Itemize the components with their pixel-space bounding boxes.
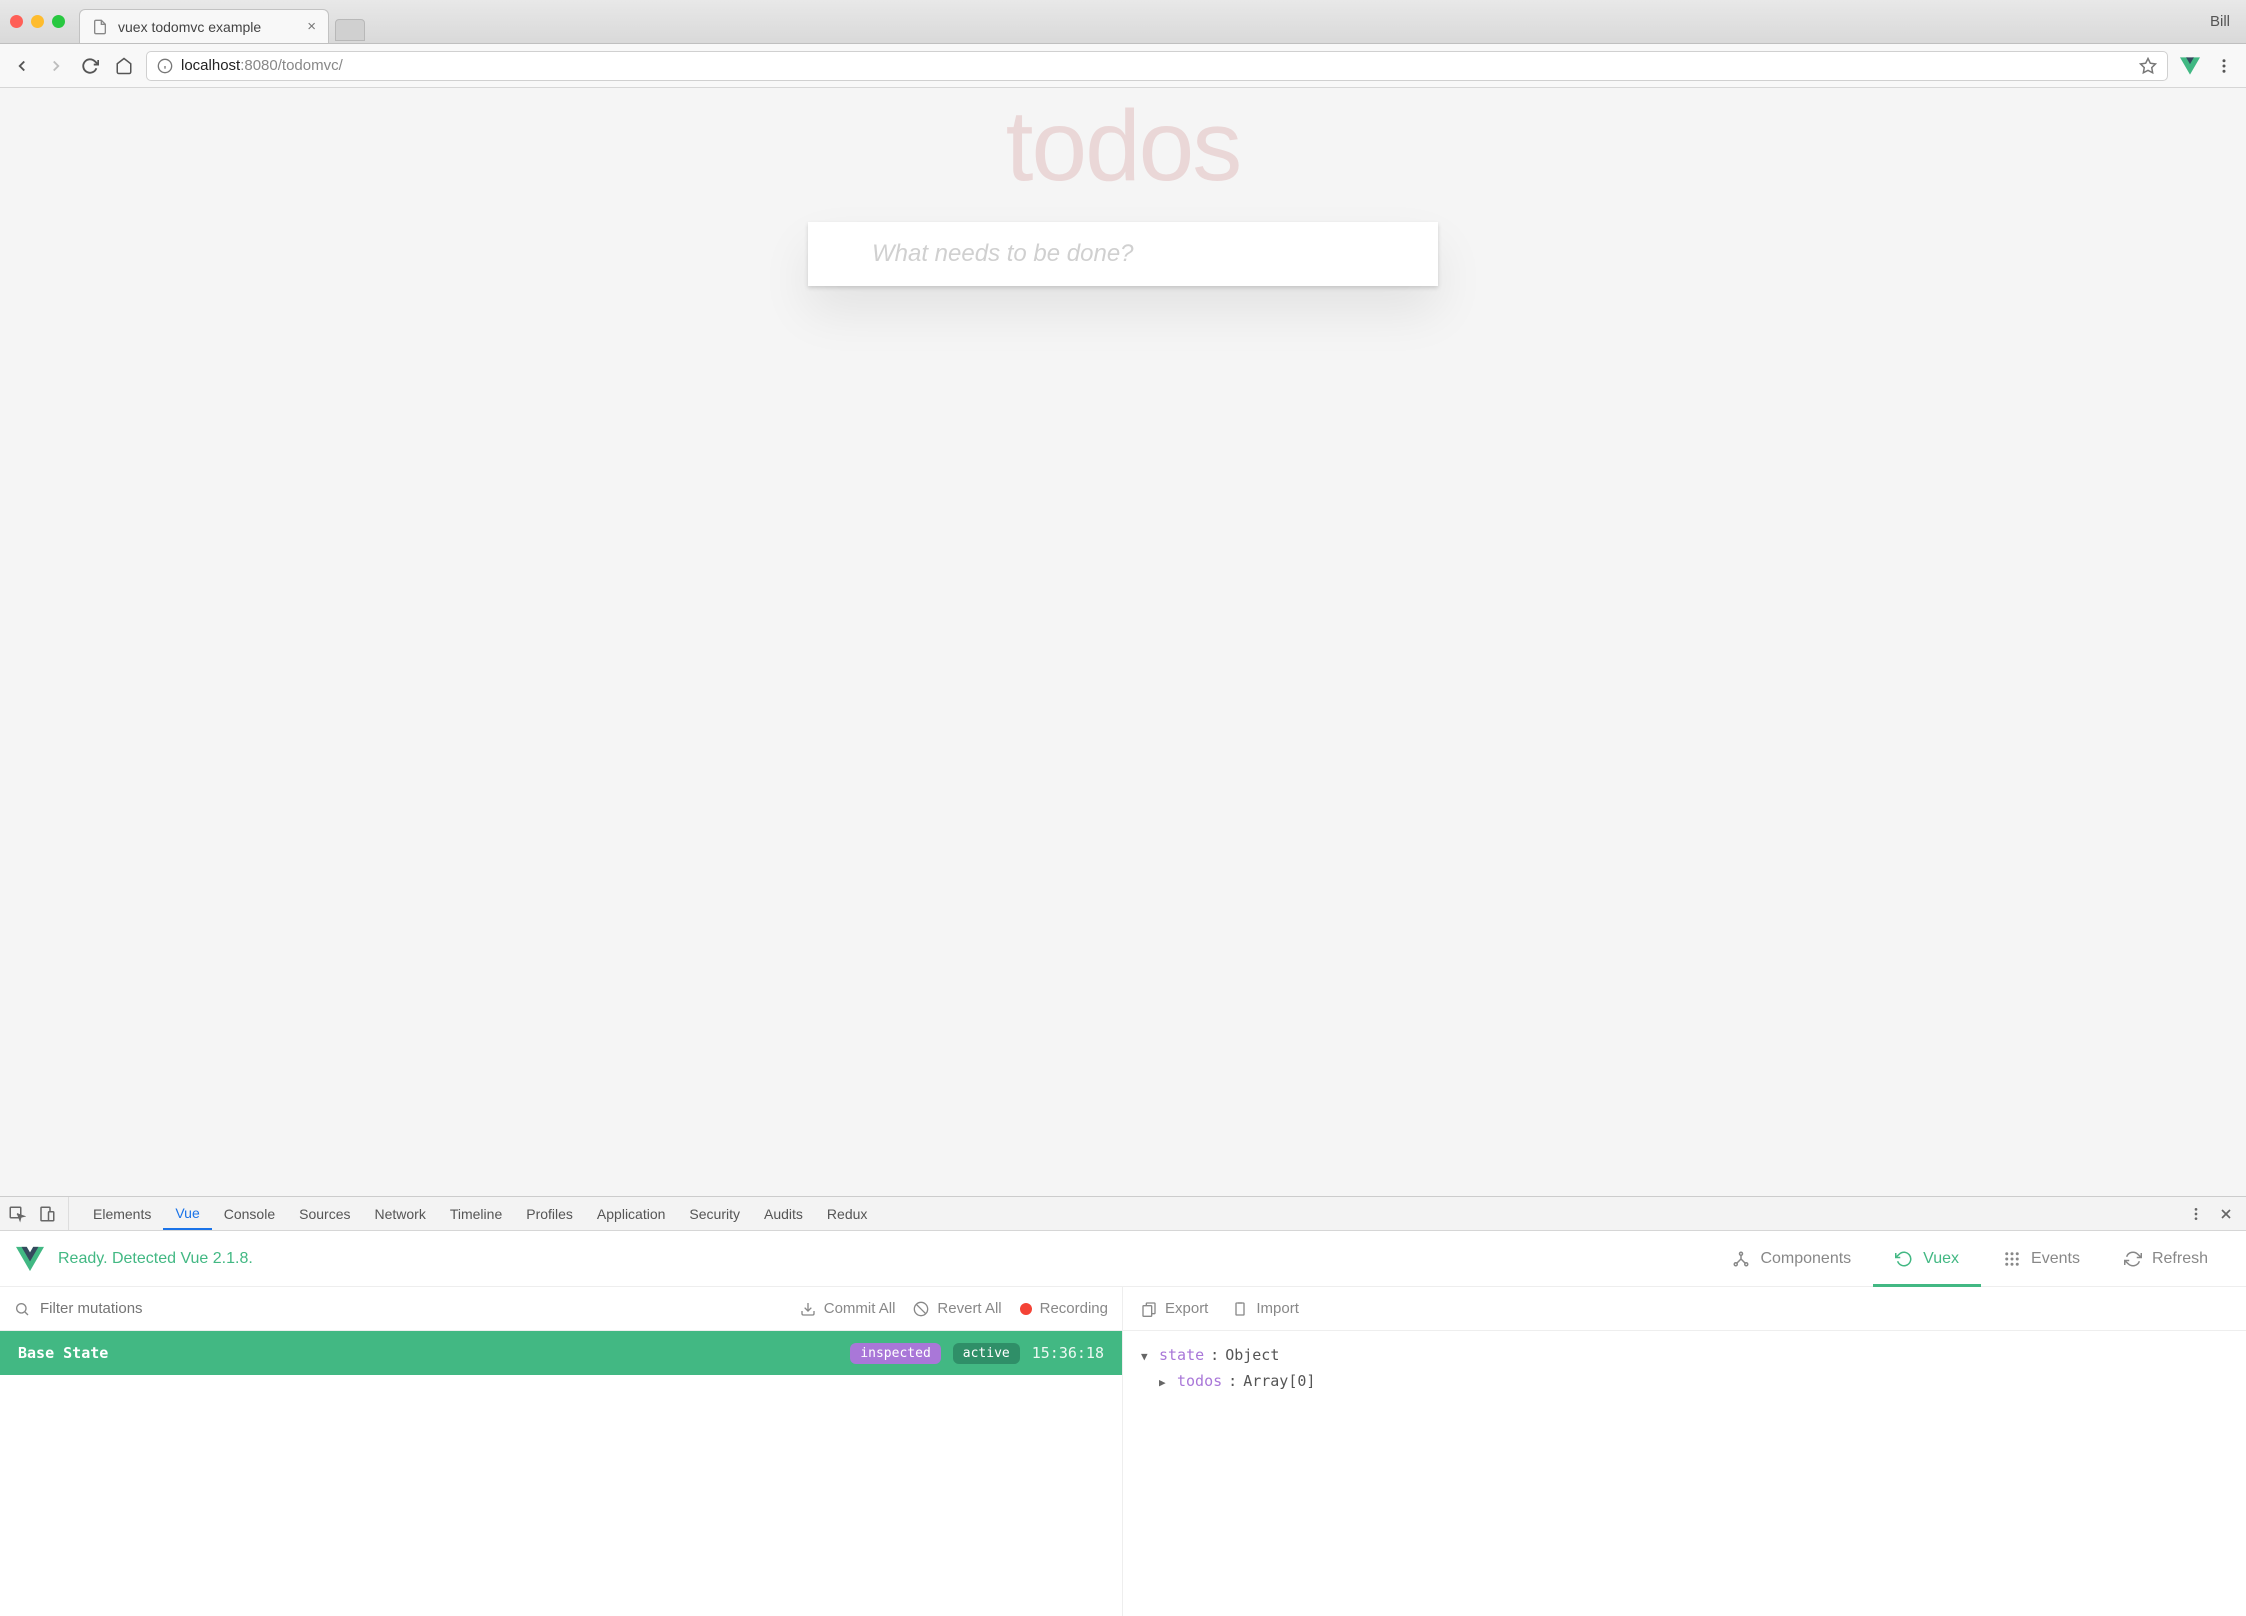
- devtools-close-icon[interactable]: [2218, 1206, 2234, 1222]
- tab-title: vuex todomvc example: [118, 19, 261, 35]
- page-content: todos: [0, 88, 2246, 1196]
- search-icon: [14, 1301, 30, 1317]
- maximize-window-button[interactable]: [52, 15, 65, 28]
- vue-nav-vuex[interactable]: Vuex: [1873, 1231, 1981, 1286]
- state-child-key: todos: [1177, 1369, 1222, 1395]
- mutation-row-base-state[interactable]: Base State inspected active 15:36:18: [0, 1331, 1122, 1375]
- site-info-icon[interactable]: [157, 58, 173, 74]
- mutation-label: Base State: [18, 1344, 108, 1362]
- active-badge: active: [953, 1343, 1020, 1364]
- page-icon: [92, 19, 108, 35]
- inspect-element-icon[interactable]: [8, 1205, 26, 1223]
- recording-label: Recording: [1040, 1300, 1108, 1317]
- state-tree-root[interactable]: state: Object: [1141, 1343, 2228, 1369]
- import-label: Import: [1256, 1300, 1299, 1317]
- state-root-value: Object: [1225, 1343, 1279, 1369]
- revert-all-button[interactable]: Revert All: [913, 1300, 1001, 1317]
- devtools-tab-vue[interactable]: Vue: [163, 1197, 211, 1230]
- vue-logo-icon: [16, 1245, 44, 1273]
- vue-status-text: Ready. Detected Vue 2.1.8.: [58, 1250, 253, 1268]
- mutations-toolbar: Commit All Revert All Recording: [0, 1287, 1122, 1331]
- devtools-tabs: Elements Vue Console Sources Network Tim…: [0, 1197, 2246, 1231]
- reload-button[interactable]: [78, 54, 102, 78]
- vue-nav-refresh[interactable]: Refresh: [2102, 1231, 2230, 1286]
- revert-all-label: Revert All: [937, 1300, 1001, 1317]
- browser-menu-button[interactable]: [2212, 54, 2236, 78]
- devtools-tab-elements[interactable]: Elements: [81, 1197, 163, 1230]
- disclosure-triangle-icon[interactable]: [1141, 1343, 1153, 1369]
- disclosure-triangle-icon[interactable]: [1159, 1369, 1171, 1395]
- devtools-tab-timeline[interactable]: Timeline: [438, 1197, 514, 1230]
- devtools-tab-audits[interactable]: Audits: [752, 1197, 815, 1230]
- commit-all-label: Commit All: [824, 1300, 896, 1317]
- state-child-value: Array[0]: [1243, 1369, 1315, 1395]
- back-button[interactable]: [10, 54, 34, 78]
- device-toolbar-icon[interactable]: [38, 1205, 56, 1223]
- vue-nav-vuex-label: Vuex: [1923, 1250, 1959, 1268]
- vue-nav-refresh-label: Refresh: [2152, 1250, 2208, 1268]
- tab-close-button[interactable]: ×: [307, 18, 316, 35]
- devtools-tab-application[interactable]: Application: [585, 1197, 678, 1230]
- vue-nav-components-label: Components: [1760, 1250, 1851, 1268]
- vue-nav-events-label: Events: [2031, 1250, 2080, 1268]
- devtools-tab-sources[interactable]: Sources: [287, 1197, 362, 1230]
- recording-dot-icon: [1020, 1303, 1032, 1315]
- new-todo-container: [808, 222, 1438, 286]
- inspected-badge: inspected: [850, 1343, 940, 1364]
- filter-mutations-input[interactable]: [40, 1300, 782, 1317]
- state-tree-child[interactable]: todos: Array[0]: [1141, 1369, 2228, 1395]
- bookmark-star-icon[interactable]: [2139, 57, 2157, 75]
- export-label: Export: [1165, 1300, 1208, 1317]
- commit-all-button[interactable]: Commit All: [800, 1300, 896, 1317]
- traffic-lights: [10, 15, 65, 28]
- devtools-tab-network[interactable]: Network: [362, 1197, 437, 1230]
- new-todo-input[interactable]: [808, 222, 1438, 286]
- devtools-panel: Elements Vue Console Sources Network Tim…: [0, 1196, 2246, 1616]
- state-panel: Export Import state: Object todos: Array…: [1123, 1287, 2246, 1616]
- home-button[interactable]: [112, 54, 136, 78]
- minimize-window-button[interactable]: [31, 15, 44, 28]
- todos-heading: todos: [808, 96, 1438, 196]
- vue-nav-components[interactable]: Components: [1710, 1231, 1873, 1286]
- state-toolbar: Export Import: [1123, 1287, 2246, 1331]
- mutation-timestamp: 15:36:18: [1032, 1344, 1104, 1362]
- devtools-tab-security[interactable]: Security: [677, 1197, 752, 1230]
- devtools-tab-profiles[interactable]: Profiles: [514, 1197, 585, 1230]
- devtools-menu-icon[interactable]: [2188, 1206, 2204, 1222]
- browser-toolbar: localhost:8080/todomvc/: [0, 44, 2246, 88]
- export-button[interactable]: Export: [1141, 1300, 1208, 1317]
- close-window-button[interactable]: [10, 15, 23, 28]
- url-text: localhost:8080/todomvc/: [181, 57, 343, 74]
- url-host: localhost: [181, 57, 240, 74]
- url-port: :8080: [240, 57, 278, 74]
- forward-button[interactable]: [44, 54, 68, 78]
- vue-nav: Components Vuex Events Refresh: [1710, 1231, 2230, 1286]
- window-titlebar: vuex todomvc example × Bill: [0, 0, 2246, 44]
- address-bar[interactable]: localhost:8080/todomvc/: [146, 51, 2168, 81]
- browser-tab[interactable]: vuex todomvc example ×: [79, 9, 329, 43]
- tab-strip: vuex todomvc example ×: [79, 0, 2210, 43]
- recording-indicator[interactable]: Recording: [1020, 1300, 1108, 1317]
- url-path: /todomvc/: [278, 57, 343, 74]
- import-button[interactable]: Import: [1232, 1300, 1299, 1317]
- devtools-tab-console[interactable]: Console: [212, 1197, 287, 1230]
- vue-devtools-extension-icon[interactable]: [2178, 54, 2202, 78]
- state-tree: state: Object todos: Array[0]: [1123, 1331, 2246, 1406]
- profile-name[interactable]: Bill: [2210, 13, 2236, 30]
- new-tab-button[interactable]: [335, 19, 365, 41]
- state-root-key: state: [1159, 1343, 1204, 1369]
- devtools-tab-redux[interactable]: Redux: [815, 1197, 879, 1230]
- vue-devtools-header: Ready. Detected Vue 2.1.8. Components Vu…: [0, 1231, 2246, 1287]
- vue-nav-events[interactable]: Events: [1981, 1231, 2102, 1286]
- mutations-panel: Commit All Revert All Recording Base Sta…: [0, 1287, 1123, 1616]
